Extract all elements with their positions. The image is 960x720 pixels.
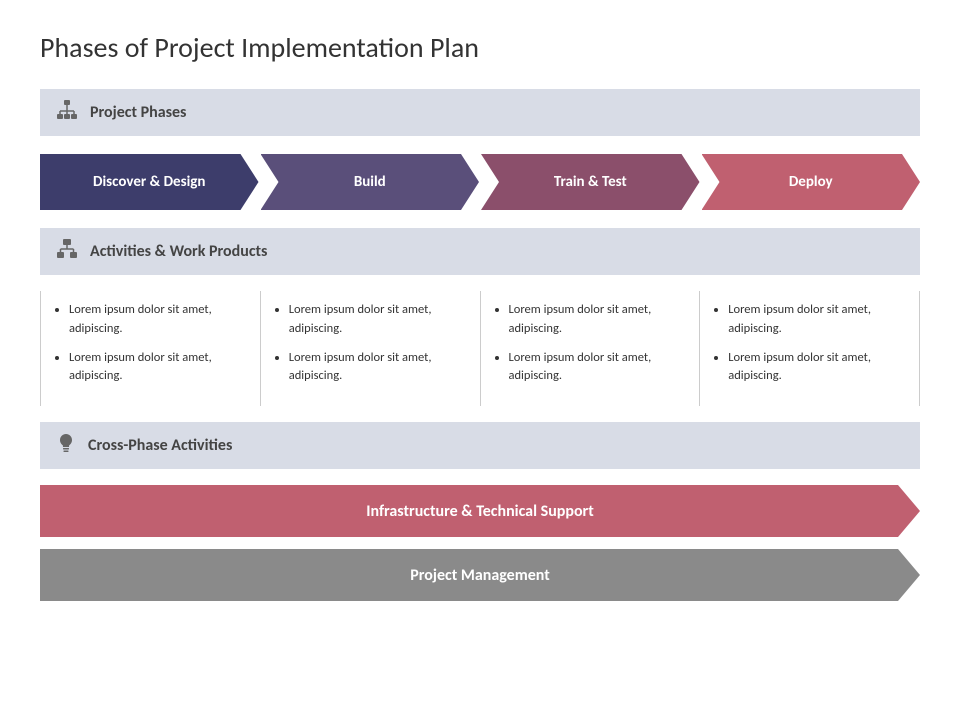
list-item: Lorem ipsum dolor sit amet, adipiscing.: [728, 301, 905, 339]
phase-deploy: Deploy: [702, 154, 921, 210]
project-phases-header: Project Phases: [40, 89, 920, 136]
activity-col-1: Lorem ipsum dolor sit amet, adipiscing. …: [41, 291, 261, 406]
page-title: Phases of Project Implementation Plan: [40, 30, 920, 65]
activities-grid: Lorem ipsum dolor sit amet, adipiscing. …: [40, 291, 920, 406]
list-item: Lorem ipsum dolor sit amet, adipiscing.: [509, 301, 686, 339]
phase-discover-design: Discover & Design: [40, 154, 259, 210]
activities-header: Activities & Work Products: [40, 228, 920, 275]
activity-col-4: Lorem ipsum dolor sit amet, adipiscing. …: [700, 291, 920, 406]
activities-section: Activities & Work Products Lorem ipsum d…: [40, 228, 920, 406]
list-item: Lorem ipsum dolor sit amet, adipiscing.: [289, 349, 466, 387]
infrastructure-bar: Infrastructure & Technical Support: [40, 485, 920, 537]
lightbulb-icon: [56, 432, 76, 459]
activities-icon: [56, 238, 78, 265]
activity-col-3: Lorem ipsum dolor sit amet, adipiscing. …: [481, 291, 701, 406]
project-phases-label: Project Phases: [90, 103, 186, 122]
project-management-bar: Project Management: [40, 549, 920, 601]
hierarchy-icon: [56, 99, 78, 126]
list-item: Lorem ipsum dolor sit amet, adipiscing.: [69, 349, 246, 387]
list-item: Lorem ipsum dolor sit amet, adipiscing.: [69, 301, 246, 339]
cross-phase-bars: Infrastructure & Technical Support Proje…: [40, 485, 920, 601]
phases-row: Discover & Design Build Train & Test Dep…: [40, 154, 920, 210]
activities-label: Activities & Work Products: [90, 242, 267, 261]
cross-phase-header: Cross-Phase Activities: [40, 422, 920, 469]
project-phases-section: Project Phases Discover & Design Build T…: [40, 89, 920, 210]
cross-phase-label: Cross-Phase Activities: [88, 436, 232, 455]
phase-build: Build: [261, 154, 480, 210]
activity-col-2: Lorem ipsum dolor sit amet, adipiscing. …: [261, 291, 481, 406]
list-item: Lorem ipsum dolor sit amet, adipiscing.: [289, 301, 466, 339]
list-item: Lorem ipsum dolor sit amet, adipiscing.: [509, 349, 686, 387]
phase-train-test: Train & Test: [481, 154, 700, 210]
cross-phase-section: Cross-Phase Activities Infrastructure & …: [40, 422, 920, 601]
list-item: Lorem ipsum dolor sit amet, adipiscing.: [728, 349, 905, 387]
